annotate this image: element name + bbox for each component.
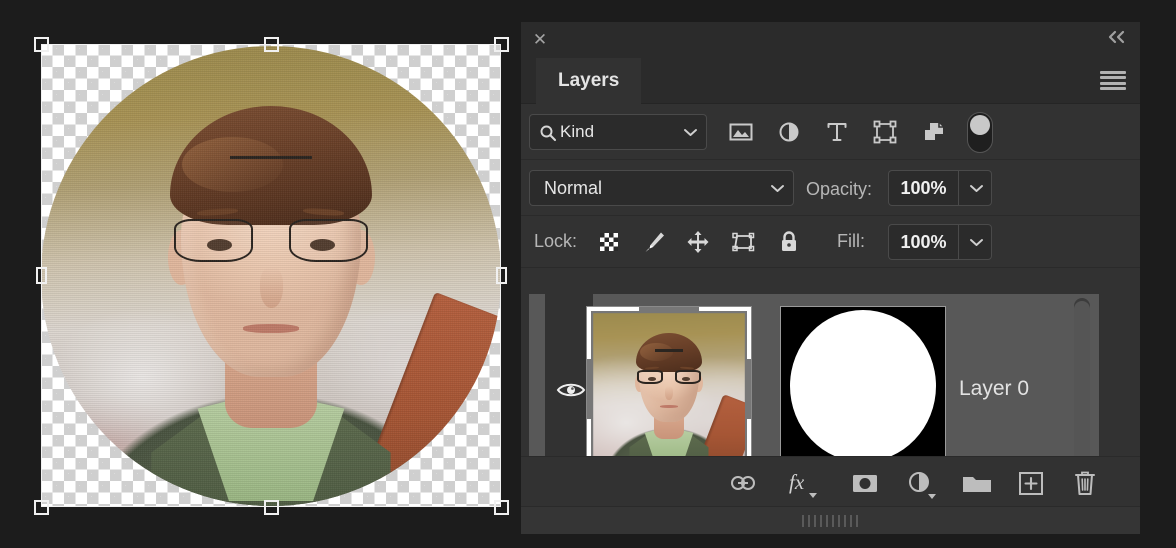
svg-text:fx: fx bbox=[789, 470, 805, 494]
new-layer-button[interactable] bbox=[1015, 467, 1047, 499]
new-group-button[interactable] bbox=[959, 467, 997, 499]
blend-mode-row: Normal Opacity: 100% bbox=[521, 160, 1140, 216]
type-layers-filter-icon[interactable] bbox=[822, 117, 852, 147]
filter-kind-select[interactable]: Kind bbox=[529, 114, 707, 150]
eye-icon bbox=[556, 380, 586, 398]
document-canvas[interactable] bbox=[0, 0, 520, 548]
close-icon[interactable]: ✕ bbox=[531, 31, 549, 49]
new-adjustment-layer-button[interactable] bbox=[904, 467, 944, 499]
panel-titlebar: ✕ bbox=[521, 22, 1140, 58]
panel-footer bbox=[521, 506, 1140, 534]
add-layer-mask-button[interactable] bbox=[849, 467, 881, 499]
canvas-image-transparency-checkerboard[interactable] bbox=[41, 44, 501, 507]
adjustment-layers-filter-icon[interactable] bbox=[774, 117, 804, 147]
portrait-photo-thumb bbox=[593, 313, 745, 465]
search-icon bbox=[539, 124, 557, 142]
tab-layers-label: Layers bbox=[558, 70, 620, 91]
smart-object-filter-icon[interactable] bbox=[919, 117, 949, 147]
layer-name[interactable]: Layer 0 bbox=[959, 377, 1029, 401]
chevron-down-icon bbox=[684, 129, 697, 136]
layer-list-scrollbar[interactable] bbox=[1074, 298, 1090, 480]
thumb-nose bbox=[665, 385, 673, 400]
collapse-panel-icon[interactable] bbox=[1106, 30, 1128, 44]
layer-filter-row: Kind bbox=[521, 104, 1140, 160]
layer-thumbnail-image bbox=[593, 313, 745, 465]
filter-enable-toggle[interactable] bbox=[967, 112, 993, 153]
circular-masked-portrait bbox=[41, 46, 501, 506]
delete-layer-button[interactable] bbox=[1069, 467, 1101, 499]
pixel-layers-filter-icon[interactable] bbox=[726, 117, 756, 147]
opacity-label: Opacity: bbox=[806, 179, 873, 199]
portrait-photo bbox=[41, 46, 501, 506]
toggle-knob bbox=[970, 115, 990, 135]
menu-line bbox=[1100, 81, 1126, 85]
lock-row: Lock: Fill: 100% bbox=[521, 216, 1140, 268]
thumb-bridge bbox=[655, 349, 683, 352]
photoshop-window: ✕ Layers Kind Normal Opacity: 100% Lock:… bbox=[0, 0, 1176, 548]
opacity-stepper[interactable] bbox=[958, 170, 992, 206]
opacity-input[interactable]: 100% bbox=[888, 170, 958, 206]
menu-line bbox=[1100, 86, 1126, 90]
scrollbar-thumb[interactable] bbox=[1074, 301, 1090, 473]
layer-toolbar: fx bbox=[521, 456, 1140, 506]
panel-menu-icon[interactable] bbox=[1100, 71, 1126, 90]
layer-style-button[interactable]: fx bbox=[785, 467, 825, 499]
panel-resize-grip[interactable] bbox=[801, 514, 860, 527]
chevron-down-icon bbox=[970, 239, 983, 246]
thumb-lens-right bbox=[674, 370, 702, 385]
lock-artboard-nesting-icon[interactable] bbox=[729, 228, 757, 256]
layer-thumbnail[interactable] bbox=[586, 306, 752, 472]
blend-mode-value: Normal bbox=[544, 177, 603, 198]
opacity-value: 100% bbox=[900, 177, 947, 198]
layers-panel: ✕ Layers Kind Normal Opacity: 100% Lock:… bbox=[521, 22, 1140, 534]
chevron-down-icon bbox=[970, 185, 983, 192]
panel-tabstrip: Layers bbox=[521, 58, 1140, 104]
lock-position-icon[interactable] bbox=[684, 228, 712, 256]
thumb-lens-left bbox=[636, 370, 664, 385]
fill-stepper[interactable] bbox=[958, 224, 992, 260]
menu-line bbox=[1100, 76, 1126, 80]
link-layers-button[interactable] bbox=[726, 467, 758, 499]
blend-mode-select[interactable]: Normal bbox=[529, 170, 794, 206]
tab-layers[interactable]: Layers bbox=[536, 58, 642, 104]
fill-input[interactable]: 100% bbox=[888, 224, 958, 260]
mask-circle-shape bbox=[790, 310, 936, 462]
thumb-eyeglasses bbox=[636, 370, 702, 385]
chevron-down-icon bbox=[771, 185, 784, 192]
lock-all-icon[interactable] bbox=[775, 228, 803, 256]
photo-grain-overlay bbox=[41, 46, 501, 506]
lock-transparent-pixels-icon[interactable] bbox=[595, 228, 623, 256]
menu-line bbox=[1100, 71, 1126, 74]
fill-value: 100% bbox=[900, 231, 947, 252]
lock-label: Lock: bbox=[534, 231, 578, 251]
lock-image-pixels-icon[interactable] bbox=[640, 228, 668, 256]
shape-layers-filter-icon[interactable] bbox=[870, 117, 900, 147]
layer-mask-thumbnail[interactable] bbox=[780, 306, 946, 466]
fill-label: Fill: bbox=[837, 231, 865, 251]
thumb-mouth bbox=[659, 404, 679, 408]
filter-kind-label: Kind bbox=[560, 122, 595, 141]
